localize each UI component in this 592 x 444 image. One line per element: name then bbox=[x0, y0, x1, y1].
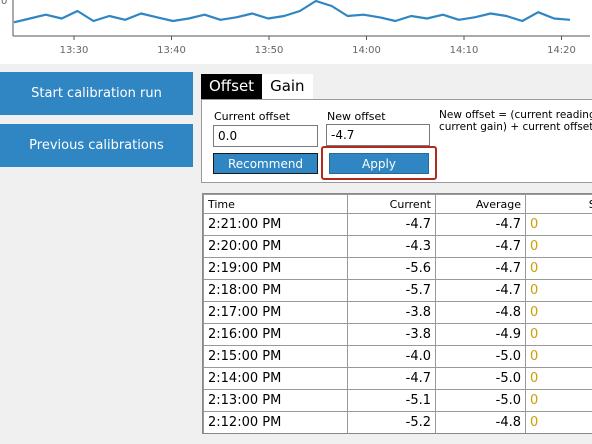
time-cell: 2:18:00 PM bbox=[203, 279, 348, 302]
apply-label: Apply bbox=[362, 156, 396, 171]
table-row[interactable]: 2:14:00 PM -4.7 -5.0 0 bbox=[203, 367, 592, 390]
start-calibration-run-button[interactable]: Start calibration run bbox=[0, 72, 193, 115]
readings-table: Time Current Average Std D 2:21:00 PM -4… bbox=[202, 193, 592, 434]
time-cell: 2:19:00 PM bbox=[203, 257, 348, 280]
std-cell: 0 bbox=[525, 301, 592, 324]
x-tick-label: 14:10 bbox=[450, 45, 479, 56]
std-cell: 0 bbox=[525, 257, 592, 280]
current-cell: -4.3 bbox=[347, 235, 436, 258]
column-header-time[interactable]: Time bbox=[203, 194, 348, 214]
table-row[interactable]: 2:16:00 PM -3.8 -4.9 0 bbox=[203, 323, 592, 346]
current-cell: -4.7 bbox=[347, 367, 436, 390]
apply-button[interactable]: Apply bbox=[329, 153, 429, 174]
column-header-average[interactable]: Average bbox=[435, 194, 526, 214]
average-cell: -4.8 bbox=[435, 411, 526, 433]
average-cell: -4.7 bbox=[435, 235, 526, 258]
time-cell: 2:12:00 PM bbox=[203, 411, 348, 433]
std-cell: 0 bbox=[525, 323, 592, 346]
std-cell: 0 bbox=[525, 235, 592, 258]
column-header-std[interactable]: Std D bbox=[525, 194, 592, 214]
new-offset-field[interactable] bbox=[326, 124, 430, 146]
time-cell: 2:14:00 PM bbox=[203, 367, 348, 390]
time-cell: 2:15:00 PM bbox=[203, 345, 348, 368]
average-cell: -5.0 bbox=[435, 345, 526, 368]
time-cell: 2:16:00 PM bbox=[203, 323, 348, 346]
average-cell: -4.8 bbox=[435, 301, 526, 324]
current-cell: -3.8 bbox=[347, 301, 436, 324]
offset-formula: New offset = (current reading / current … bbox=[439, 109, 592, 133]
table-row[interactable]: 2:20:00 PM -4.3 -4.7 0 bbox=[203, 235, 592, 258]
x-tick-label: 14:00 bbox=[352, 45, 381, 56]
series-line bbox=[13, 0, 571, 24]
current-cell: -3.8 bbox=[347, 323, 436, 346]
std-cell: 0 bbox=[525, 367, 592, 390]
std-cell: 0 bbox=[525, 411, 592, 433]
average-cell: -4.7 bbox=[435, 279, 526, 302]
current-cell: -5.7 bbox=[347, 279, 436, 302]
average-cell: -5.0 bbox=[435, 367, 526, 390]
table-header-row: Time Current Average Std D bbox=[203, 194, 592, 214]
table-row[interactable]: 2:12:00 PM -5.2 -4.8 0 bbox=[203, 411, 592, 433]
table-row[interactable]: 2:13:00 PM -5.1 -5.0 0 bbox=[203, 389, 592, 412]
y-tick-label: 0 bbox=[1, 0, 7, 7]
new-offset-label: New offset bbox=[327, 110, 386, 123]
start-calibration-run-label: Start calibration run bbox=[31, 86, 162, 101]
calibration-tabs: Offset Gain bbox=[201, 74, 313, 99]
recommend-label: Recommend bbox=[227, 156, 304, 171]
previous-calibrations-button[interactable]: Previous calibrations bbox=[0, 124, 193, 167]
std-cell: 0 bbox=[525, 279, 592, 302]
x-tick-label: 13:30 bbox=[60, 45, 89, 56]
std-cell: 0 bbox=[525, 345, 592, 368]
average-cell: -5.0 bbox=[435, 389, 526, 412]
time-cell: 2:20:00 PM bbox=[203, 235, 348, 258]
x-tick-label: 13:50 bbox=[255, 45, 284, 56]
x-tick-label: 13:40 bbox=[157, 45, 186, 56]
apply-highlight-frame: Apply bbox=[321, 146, 437, 180]
table-row[interactable]: 2:17:00 PM -3.8 -4.8 0 bbox=[203, 301, 592, 324]
current-offset-field[interactable] bbox=[213, 125, 318, 147]
tab-gain[interactable]: Gain bbox=[262, 74, 313, 99]
tab-offset[interactable]: Offset bbox=[201, 74, 263, 99]
offset-panel: Current offset New offset New offset = (… bbox=[201, 99, 592, 183]
table-row[interactable]: 2:19:00 PM -5.6 -4.7 0 bbox=[203, 257, 592, 280]
average-cell: -4.7 bbox=[435, 257, 526, 280]
current-offset-label: Current offset bbox=[214, 110, 290, 123]
offset-formula-line1: New offset = (current reading / bbox=[439, 109, 592, 121]
std-cell: 0 bbox=[525, 213, 592, 236]
std-cell: 0 bbox=[525, 389, 592, 412]
trend-chart-svg: 0 13:30 13:40 13:50 14:00 14:10 14:20 bbox=[1, 0, 590, 56]
time-cell: 2:13:00 PM bbox=[203, 389, 348, 412]
current-cell: -4.0 bbox=[347, 345, 436, 368]
current-cell: -5.1 bbox=[347, 389, 436, 412]
current-cell: -4.7 bbox=[347, 213, 436, 236]
time-cell: 2:17:00 PM bbox=[203, 301, 348, 324]
time-cell: 2:21:00 PM bbox=[203, 213, 348, 236]
average-cell: -4.9 bbox=[435, 323, 526, 346]
column-header-current[interactable]: Current bbox=[347, 194, 436, 214]
average-cell: -4.7 bbox=[435, 213, 526, 236]
trend-chart: 0 13:30 13:40 13:50 14:00 14:10 14:20 bbox=[0, 0, 592, 64]
offset-formula-line2: current gain) + current offset bbox=[439, 121, 592, 133]
x-tick-label: 14:20 bbox=[547, 45, 576, 56]
table-row[interactable]: 2:18:00 PM -5.7 -4.7 0 bbox=[203, 279, 592, 302]
table-row[interactable]: 2:21:00 PM -4.7 -4.7 0 bbox=[203, 213, 592, 236]
table-row[interactable]: 2:15:00 PM -4.0 -5.0 0 bbox=[203, 345, 592, 368]
recommend-button[interactable]: Recommend bbox=[213, 153, 318, 174]
previous-calibrations-label: Previous calibrations bbox=[29, 138, 164, 153]
current-cell: -5.6 bbox=[347, 257, 436, 280]
current-cell: -5.2 bbox=[347, 411, 436, 433]
